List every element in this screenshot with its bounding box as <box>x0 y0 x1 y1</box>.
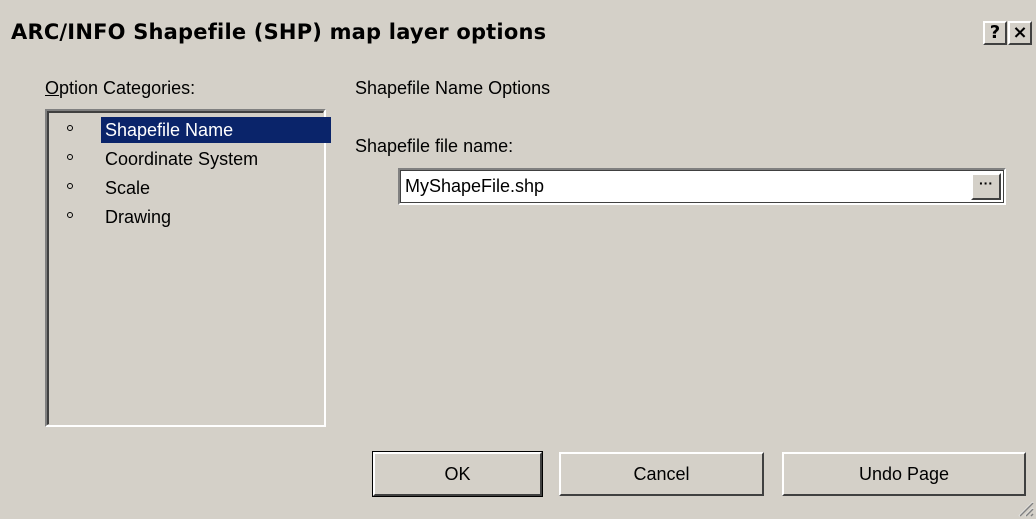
list-item-label: Drawing <box>105 207 172 227</box>
shapefile-name-label: Shapefile file name: <box>355 136 514 156</box>
option-categories-label-text: ption Categories: <box>59 78 196 98</box>
shapefile-name-value: MyShapeFile.shp <box>405 176 545 196</box>
option-categories-list[interactable]: Shapefile Name Coordinate System Scale D… <box>45 109 331 427</box>
option-categories-label: Option Categories: <box>45 78 195 99</box>
shapefile-name-input[interactable]: MyShapeFile.shp ··· <box>398 168 1006 205</box>
option-categories-mnemonic: O <box>45 78 60 98</box>
close-button[interactable]: × <box>1008 21 1032 45</box>
list-item-coordinate-system[interactable]: Coordinate System <box>63 146 323 172</box>
bullet-icon <box>67 154 73 160</box>
dialog-window: ARC/INFO Shapefile (SHP) map layer optio… <box>0 0 1036 519</box>
ok-button[interactable]: OK <box>372 451 543 497</box>
bullet-icon <box>67 125 73 131</box>
bullet-icon <box>67 212 73 218</box>
bullet-icon <box>67 183 73 189</box>
resize-grip-icon[interactable] <box>1016 499 1034 517</box>
list-item-label: Coordinate System <box>105 149 259 169</box>
undo-page-button[interactable]: Undo Page <box>782 452 1026 496</box>
option-categories-list-inner: Shapefile Name Coordinate System Scale D… <box>47 111 331 425</box>
cancel-button[interactable]: Cancel <box>559 452 764 496</box>
panel-heading: Shapefile Name Options <box>355 78 551 98</box>
list-item-scale[interactable]: Scale <box>63 175 323 201</box>
help-button[interactable]: ? <box>983 21 1007 45</box>
list-item-shapefile-name[interactable]: Shapefile Name <box>63 117 331 143</box>
list-item-drawing[interactable]: Drawing <box>63 204 323 230</box>
list-item-label: Scale <box>105 178 151 198</box>
title-bar[interactable]: ARC/INFO Shapefile (SHP) map layer optio… <box>0 0 1036 66</box>
dialog-title: ARC/INFO Shapefile (SHP) map layer optio… <box>11 20 547 44</box>
list-item-label: Shapefile Name <box>101 117 331 143</box>
browse-button[interactable]: ··· <box>971 173 1001 200</box>
